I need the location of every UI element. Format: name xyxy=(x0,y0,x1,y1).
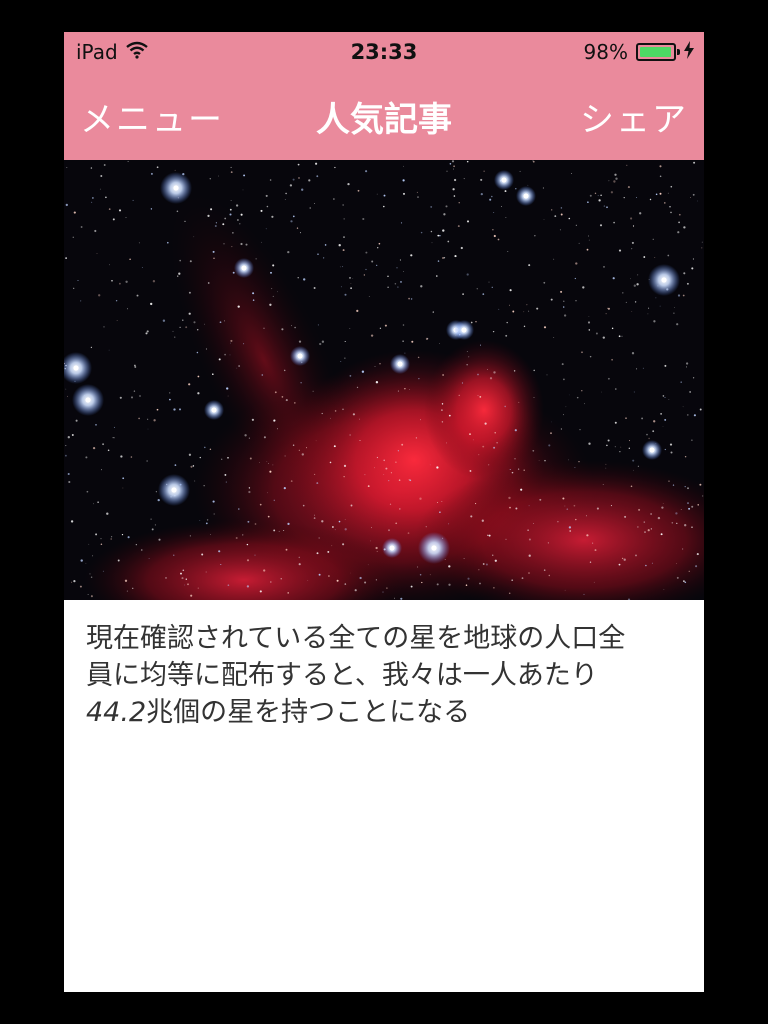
battery-icon xyxy=(636,43,680,61)
article-line-3: 44.2兆個の星を持つことになる xyxy=(86,694,686,731)
app-screen: iPad 23:33 98% メニュー 人気記事 シェア 現在確認されている全て… xyxy=(64,32,704,992)
article-line-3-text: 兆個の星を持つことになる xyxy=(146,697,471,728)
article-number: 44.2 xyxy=(86,697,147,728)
share-button[interactable]: シェア xyxy=(580,92,688,141)
battery-percent: 98% xyxy=(583,40,628,64)
status-right: 98% xyxy=(584,40,694,64)
article-line-1: 現在確認されている全ての星を地球の人口全 xyxy=(86,623,626,654)
article-text: 現在確認されている全ての星を地球の人口全 員に均等に配布すると、我々は一人あたり… xyxy=(86,620,686,731)
charging-bolt-icon xyxy=(684,40,694,64)
article-line-2: 員に均等に配布すると、我々は一人あたり xyxy=(86,660,598,691)
nav-bar: メニュー 人気記事 シェア xyxy=(64,72,704,160)
star-field-nebula-image xyxy=(64,160,704,600)
status-bar: iPad 23:33 98% xyxy=(64,32,704,72)
battery-fill xyxy=(640,47,672,57)
